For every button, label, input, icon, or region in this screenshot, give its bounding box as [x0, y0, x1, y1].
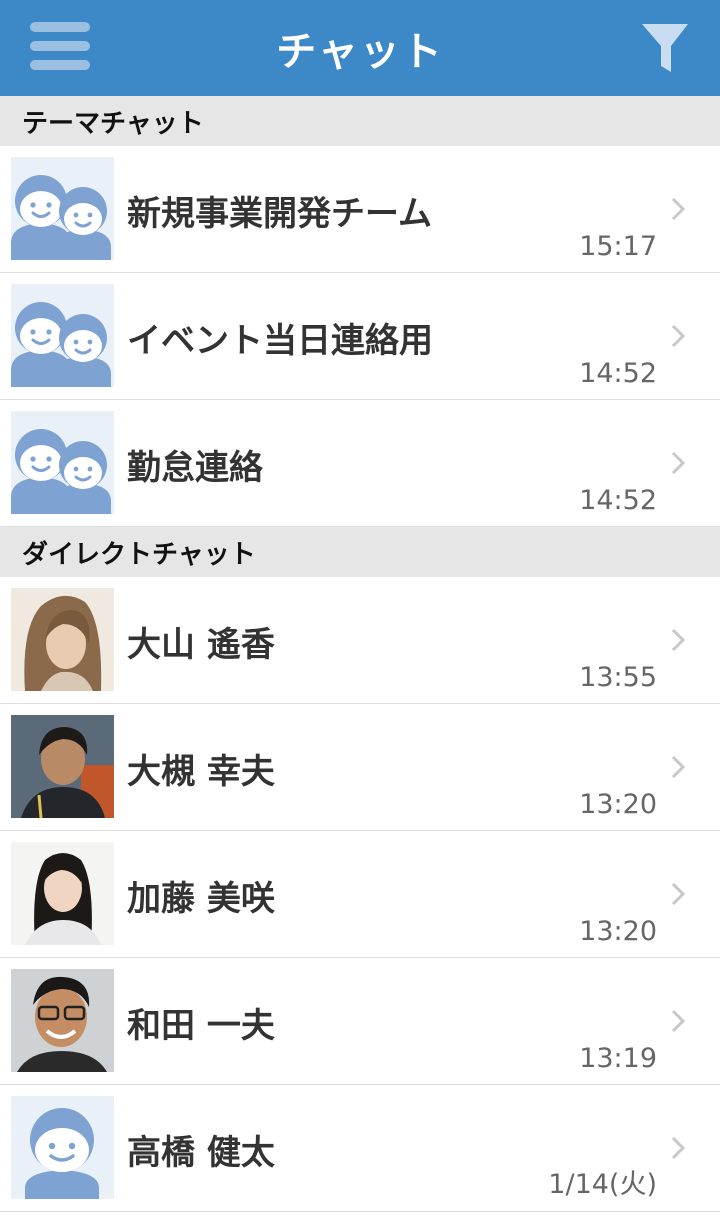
group-avatar-icon [11, 284, 114, 387]
group-avatar-icon [11, 157, 114, 260]
chevron-right-icon [671, 324, 686, 348]
section-header-direct-chat: ダイレクトチャット [0, 527, 720, 577]
chat-list-item[interactable]: 加藤 美咲 13:20 [0, 831, 720, 958]
chevron-right-icon [671, 1009, 686, 1033]
group-avatar-icon [11, 411, 114, 514]
chevron-right-icon [671, 1136, 686, 1160]
chat-name: イベント当日連絡用 [127, 321, 433, 361]
user-photo [11, 842, 114, 945]
chevron-right-icon [671, 451, 686, 475]
chat-time: 14:52 [579, 485, 657, 516]
chat-time: 15:17 [579, 231, 657, 262]
menu-icon[interactable] [30, 22, 90, 74]
chat-list-item[interactable]: イベント当日連絡用 14:52 [0, 273, 720, 400]
filter-icon[interactable] [640, 20, 690, 76]
chevron-right-icon [671, 755, 686, 779]
chat-list-item[interactable]: 新規事業開発チーム 15:17 [0, 146, 720, 273]
chevron-right-icon [671, 628, 686, 652]
chat-name: 加藤 美咲 [127, 879, 275, 919]
chat-time: 13:55 [579, 662, 657, 693]
chat-time: 13:20 [579, 916, 657, 947]
chat-time: 13:19 [579, 1043, 657, 1074]
chat-name: 大槻 幸夫 [127, 752, 275, 792]
chat-time: 13:20 [579, 789, 657, 820]
chat-list-item[interactable]: 勤怠連絡 14:52 [0, 400, 720, 527]
user-photo [11, 715, 114, 818]
section-header-theme-chat: テーマチャット [0, 96, 720, 146]
chat-time: 14:52 [579, 358, 657, 389]
chat-name: 勤怠連絡 [127, 448, 263, 488]
chat-list-item[interactable]: 大山 遙香 13:55 [0, 577, 720, 704]
app-header: チャット [0, 0, 720, 96]
chat-list-item[interactable]: 高橋 健太 1/14(火) [0, 1085, 720, 1212]
chat-time: 1/14(火) [548, 1169, 657, 1200]
chat-list-item[interactable]: 大槻 幸夫 13:20 [0, 704, 720, 831]
default-user-avatar-icon [11, 1096, 114, 1199]
user-photo [11, 588, 114, 691]
chat-name: 大山 遙香 [127, 625, 275, 665]
chat-name: 高橋 健太 [127, 1133, 275, 1173]
chat-name: 和田 一夫 [127, 1006, 275, 1046]
page-title: チャット [276, 29, 444, 75]
chevron-right-icon [671, 882, 686, 906]
chevron-right-icon [671, 197, 686, 221]
user-photo [11, 969, 114, 1072]
chat-name: 新規事業開発チーム [127, 194, 432, 234]
chat-list-item[interactable]: 和田 一夫 13:19 [0, 958, 720, 1085]
